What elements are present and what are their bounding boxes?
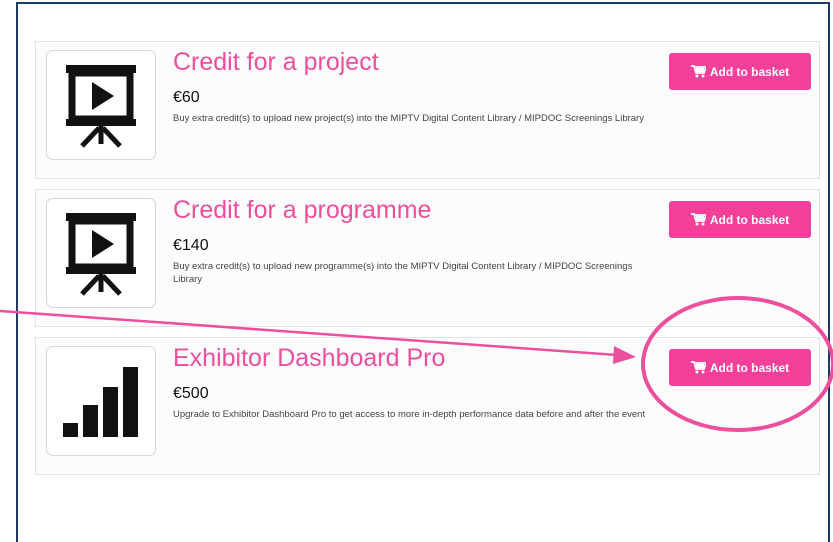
annotation-overlay [0,296,833,432]
annotation-arrow-line [0,309,618,357]
annotation-highlight-ellipse [641,296,833,432]
annotation-arrowhead-icon [613,346,636,364]
